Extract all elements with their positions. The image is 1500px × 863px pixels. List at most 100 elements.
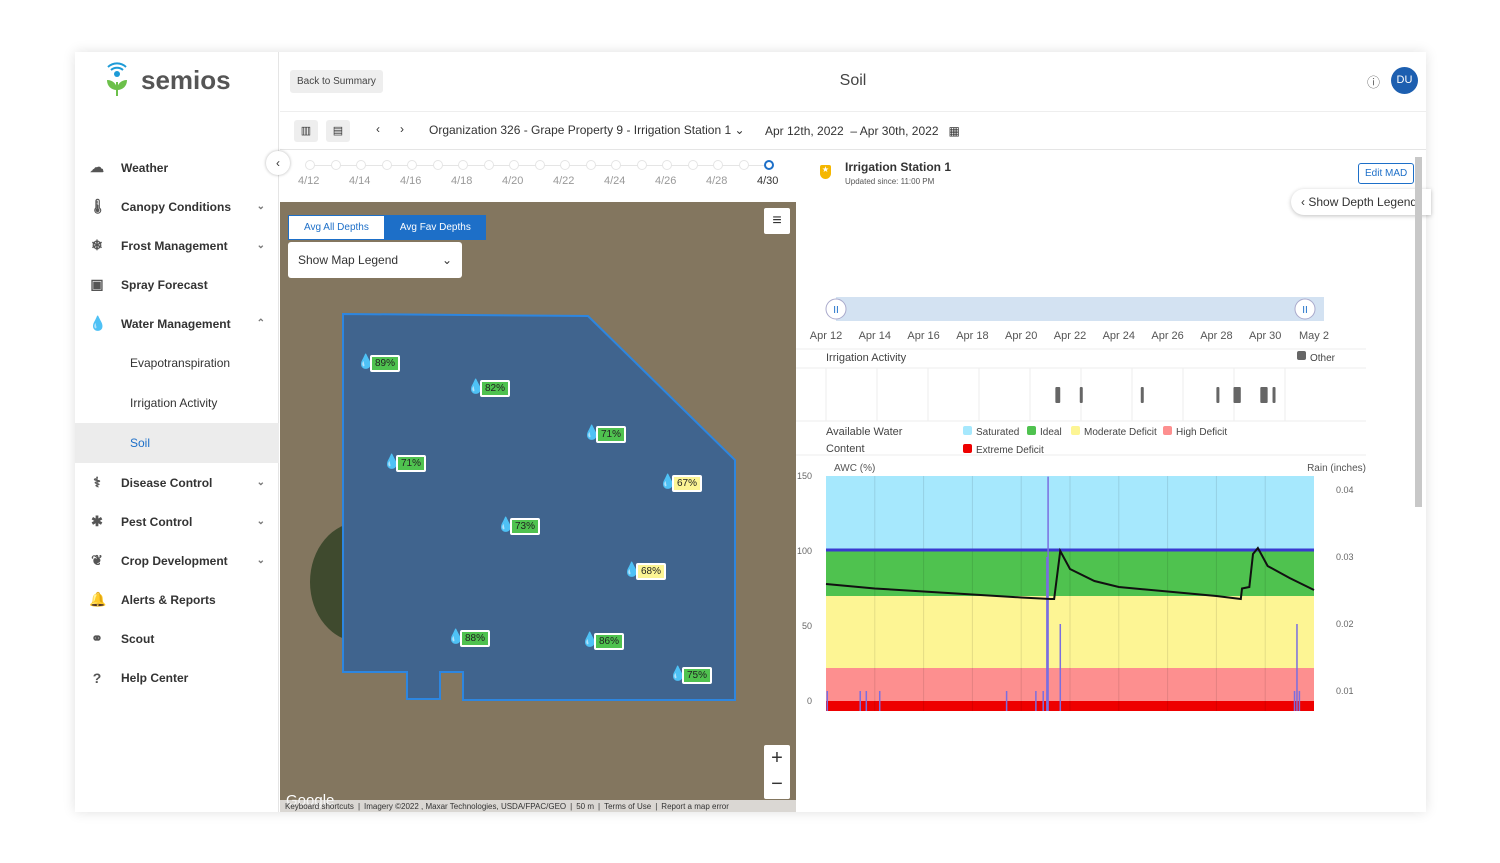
prev-arrow-icon[interactable]: ‹ — [376, 122, 380, 136]
date-range[interactable]: Apr 12th, 2022 – Apr 30th, 2022 ▦ — [765, 124, 960, 138]
rain-bar[interactable] — [1296, 624, 1298, 711]
map[interactable]: Avg All Depths Avg Fav Depths Show Map L… — [280, 202, 796, 812]
timeline-label[interactable]: 4/20 — [502, 175, 523, 187]
timeline-dot[interactable] — [585, 160, 596, 170]
tab-avg-all-depths[interactable]: Avg All Depths — [288, 215, 385, 240]
scrollbar[interactable] — [1415, 157, 1422, 507]
rain-bar[interactable] — [865, 691, 868, 711]
timeline-dot[interactable] — [305, 160, 315, 170]
map-footer-item[interactable]: Imagery ©2022 , Maxar Technologies, USDA… — [364, 802, 566, 811]
question-circle-icon[interactable]: ⓘ — [1367, 72, 1380, 91]
rain-bar[interactable] — [1042, 691, 1044, 711]
date-timeline[interactable]: 4/12 4/14 4/16 4/18 4/20 4/22 4/24 4/26 4/28 4/30 — [280, 151, 796, 201]
timeline-label[interactable]: 4/14 — [349, 175, 370, 187]
irrigation-event[interactable] — [1079, 387, 1083, 403]
sidebar-item-spray-forecast[interactable]: ▣ Spray Forecast — [75, 265, 279, 304]
timeline-dot[interactable] — [356, 160, 366, 170]
sidebar-item-help-center[interactable]: ? Help Center — [75, 658, 279, 697]
rain-bar[interactable] — [1298, 691, 1301, 711]
sidebar-item-weather[interactable]: ☁ Weather — [75, 148, 279, 187]
timeline-dot[interactable] — [509, 160, 519, 170]
sidebar-item-water-management[interactable]: 💧 Water Management ⌃ — [75, 304, 279, 343]
timeline-dot[interactable] — [764, 160, 774, 170]
map-footer-item[interactable]: Keyboard shortcuts — [285, 802, 354, 811]
rain-bar[interactable] — [1005, 691, 1008, 711]
sidebar-item-alerts-reports[interactable]: 🔔 Alerts & Reports — [75, 580, 279, 619]
zoom-in-button[interactable]: + — [764, 745, 790, 771]
sidebar-item-frost-management[interactable]: ❄ Frost Management ⌄ — [75, 226, 279, 265]
y-tick: 50 — [802, 621, 812, 631]
rain-bar[interactable] — [1293, 691, 1296, 711]
moisture-marker[interactable]: 82% — [480, 380, 511, 397]
rain-bar[interactable] — [878, 691, 881, 711]
moisture-marker[interactable]: 68% — [636, 563, 667, 580]
collapse-sidebar-button[interactable]: ‹ — [266, 151, 290, 175]
moisture-marker[interactable]: 89% — [370, 355, 401, 372]
location-select[interactable]: Organization 326 - Grape Property 9 - Ir… — [429, 123, 745, 137]
range-slider-track[interactable] — [836, 297, 1324, 321]
irrigation-event[interactable] — [1233, 387, 1241, 403]
sidebar-item-label: Pest Control — [121, 514, 193, 529]
irrigation-event[interactable] — [1140, 387, 1144, 403]
moisture-marker[interactable]: 75% — [682, 667, 713, 684]
avatar[interactable]: DU — [1391, 67, 1418, 94]
timeline-dot[interactable] — [636, 160, 647, 170]
zoom-out-button[interactable]: − — [764, 771, 790, 797]
timeline-dot[interactable] — [687, 160, 698, 170]
rain-bar[interactable] — [859, 691, 861, 711]
timeline-label[interactable]: 4/28 — [706, 175, 727, 187]
timeline-dot[interactable] — [611, 160, 621, 170]
map-footer-item[interactable]: Terms of Use — [604, 802, 651, 811]
timeline-dot[interactable] — [381, 160, 392, 170]
timeline-label[interactable]: 4/30 — [757, 175, 778, 187]
moisture-marker[interactable]: 67% — [672, 475, 703, 492]
sidebar-subitem-evapotranspiration[interactable]: Evapotranspiration — [75, 343, 279, 383]
sidebar-item-scout[interactable]: ⚭ Scout — [75, 619, 279, 658]
map-menu-button[interactable]: ≡ — [764, 208, 790, 234]
next-arrow-icon[interactable]: › — [400, 122, 404, 136]
sidebar-item-disease-control[interactable]: ⚕ Disease Control ⌄ — [75, 463, 279, 502]
timeline-dot[interactable] — [662, 160, 672, 170]
rain-bar[interactable] — [1047, 476, 1049, 711]
timeline-label[interactable]: 4/26 — [655, 175, 676, 187]
rain-bar[interactable] — [1035, 691, 1037, 711]
timeline-dot[interactable] — [560, 160, 570, 170]
timeline-label[interactable]: 4/12 — [298, 175, 319, 187]
range-label: Apr 20 — [1005, 330, 1037, 342]
timeline-dot[interactable] — [330, 160, 341, 170]
map-legend-select[interactable]: Show Map Legend ⌄ — [288, 242, 462, 278]
rain-bar[interactable] — [1059, 624, 1062, 711]
timeline-label[interactable]: 4/22 — [553, 175, 574, 187]
moisture-marker[interactable]: 86% — [594, 633, 625, 650]
moisture-marker[interactable]: 88% — [460, 630, 491, 647]
irrigation-event[interactable] — [1260, 387, 1268, 403]
timeline-label[interactable]: 4/24 — [604, 175, 625, 187]
sidebar-item-crop-development[interactable]: ❦ Crop Development ⌄ — [75, 541, 279, 580]
chart-view-icon[interactable]: ▤ — [326, 120, 350, 142]
timeline-label[interactable]: 4/18 — [451, 175, 472, 187]
moisture-marker[interactable]: 73% — [510, 518, 541, 535]
moisture-marker[interactable]: 71% — [596, 426, 627, 443]
timeline-dot[interactable] — [483, 160, 494, 170]
irrigation-event[interactable] — [1055, 387, 1061, 403]
rain-bar[interactable] — [826, 691, 829, 711]
sidebar-item-label: Alerts & Reports — [121, 592, 216, 607]
sidebar-item-canopy-conditions[interactable]: 🌡 Canopy Conditions ⌄ — [75, 187, 279, 226]
timeline-label[interactable]: 4/16 — [400, 175, 421, 187]
sidebar-subitem-soil[interactable]: Soil — [75, 423, 279, 463]
sidebar-subitem-irrigation-activity[interactable]: Irrigation Activity — [75, 383, 279, 423]
y2-tick: 0.02 — [1336, 619, 1354, 629]
tab-avg-fav-depths[interactable]: Avg Fav Depths — [384, 215, 486, 240]
timeline-dot[interactable] — [432, 160, 443, 170]
moisture-marker[interactable]: 71% — [396, 455, 427, 472]
timeline-dot[interactable] — [713, 160, 723, 170]
timeline-dot[interactable] — [458, 160, 468, 170]
map-view-icon[interactable]: ▥ — [294, 120, 318, 142]
irrigation-event[interactable] — [1216, 387, 1220, 403]
irrigation-event[interactable] — [1272, 387, 1276, 403]
sidebar-item-pest-control[interactable]: ✱ Pest Control ⌄ — [75, 502, 279, 541]
map-footer-item[interactable]: Report a map error — [661, 802, 729, 811]
timeline-dot[interactable] — [738, 160, 749, 170]
timeline-dot[interactable] — [534, 160, 545, 170]
timeline-dot[interactable] — [407, 160, 417, 170]
